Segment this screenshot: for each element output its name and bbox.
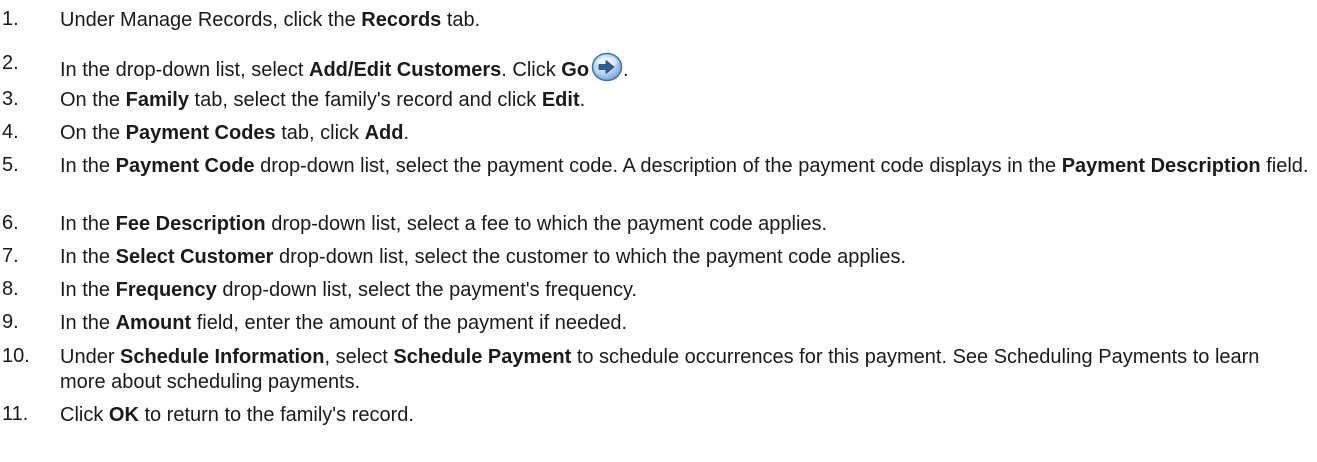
- bold-term: Fee Description: [115, 213, 266, 235]
- bold-term: Add: [364, 122, 404, 144]
- bold-term: Edit: [541, 89, 580, 111]
- step-text: In the drop-down list, select Add/Edit C…: [60, 52, 1310, 83]
- step-text: Under Schedule Information, select Sched…: [60, 346, 1260, 393]
- step-text: On the Family tab, select the family's r…: [60, 89, 586, 111]
- step-number: 7.: [2, 245, 19, 267]
- bold-term: Amount: [115, 312, 192, 334]
- step-number: 8.: [2, 278, 19, 300]
- step-number: 10.: [2, 345, 30, 367]
- step-number: 1.: [2, 8, 19, 30]
- step-text: Click OK to return to the family's recor…: [60, 404, 414, 426]
- bold-term: Select Customer: [115, 246, 274, 268]
- step-number: 2.: [2, 52, 19, 74]
- step-number: 9.: [2, 311, 19, 333]
- bold-term: Payment Code: [115, 155, 255, 177]
- step-text: On the Payment Codes tab, click Add.: [60, 122, 410, 144]
- step-text: In the Amount field, enter the amount of…: [60, 312, 627, 334]
- step-number: 4.: [2, 121, 19, 143]
- step-number: 6.: [2, 212, 19, 234]
- step-number: 5.: [2, 154, 19, 176]
- bold-term: Frequency: [115, 279, 217, 301]
- step-text: Under Manage Records, click the Records …: [60, 9, 481, 31]
- step-text: In the Select Customer drop-down list, s…: [60, 246, 907, 268]
- bold-term: Payment Description: [1061, 155, 1261, 177]
- bold-term: Schedule Information: [120, 346, 325, 368]
- step-number: 11.: [2, 403, 29, 425]
- bold-term: Records: [361, 9, 442, 31]
- bold-term: Family: [125, 89, 189, 111]
- bold-term: Add/Edit Customers: [309, 59, 502, 81]
- step-text: In the Fee Description drop-down list, s…: [60, 213, 828, 235]
- bold-term: Payment Codes: [125, 122, 276, 144]
- go-arrow-icon: [591, 52, 623, 82]
- step-number: 3.: [2, 88, 19, 110]
- bold-term: OK: [108, 404, 139, 426]
- step-text: In the Frequency drop-down list, select …: [60, 279, 638, 301]
- step-text: In the Payment Code drop-down list, sele…: [60, 155, 1309, 177]
- bold-term: Schedule Payment: [393, 346, 572, 368]
- bold-term: Go: [561, 59, 590, 81]
